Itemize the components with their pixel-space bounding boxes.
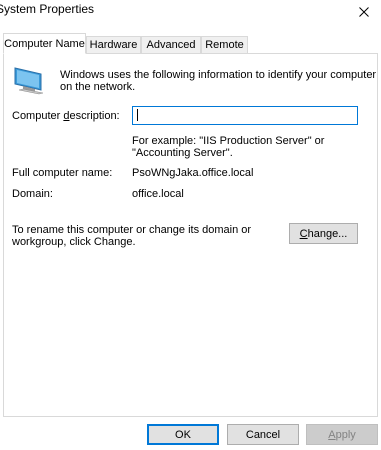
computer-description-input[interactable] [132,106,358,125]
full-computer-name-value: PsoWNgJaka.office.local [132,167,254,179]
cancel-button[interactable]: Cancel [227,424,299,445]
tab-advanced[interactable]: Advanced [141,36,201,53]
close-icon [358,7,369,17]
full-computer-name-label: Full computer name: [12,167,113,179]
tab-hardware[interactable]: Hardware [86,36,141,53]
close-button[interactable] [346,0,381,24]
computer-icon [13,64,47,96]
text-caret [137,109,138,121]
ok-button[interactable]: OK [147,424,219,445]
tab-remote[interactable]: Remote [201,36,248,53]
change-button[interactable]: Change... [289,223,358,244]
intro-text-line2: on the network. [60,81,136,93]
tab-computer-name[interactable]: Computer Name [3,33,86,54]
apply-button[interactable]: Apply [306,424,378,445]
domain-value: office.local [132,188,184,200]
example-text-line2: "Accounting Server". [132,147,233,159]
domain-label: Domain: [12,188,53,200]
window-title: System Properties [0,2,95,16]
computer-description-label: Computer description: [12,110,120,122]
rename-text-line2: workgroup, click Change. [12,236,136,248]
